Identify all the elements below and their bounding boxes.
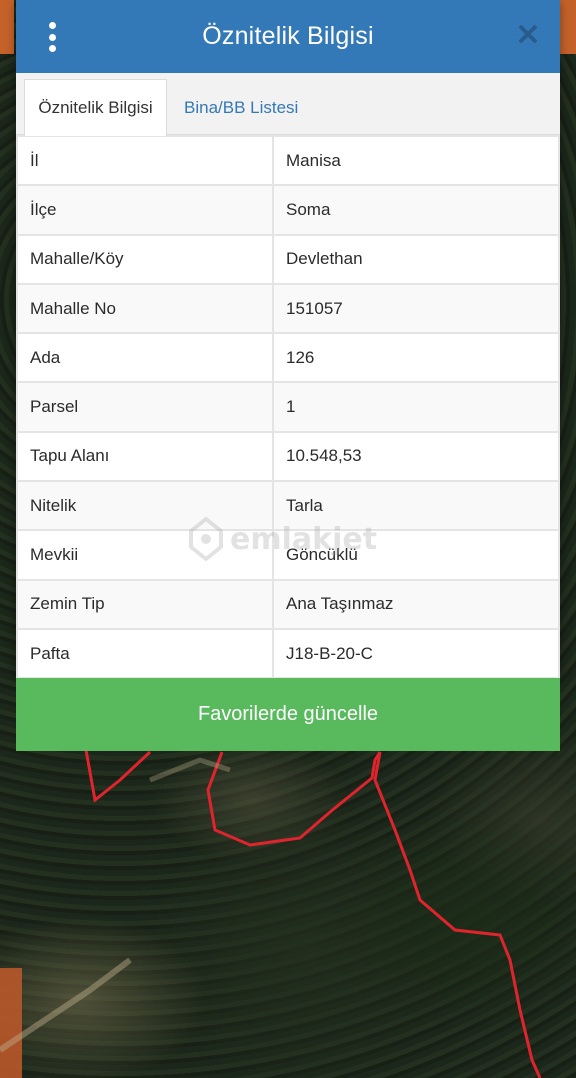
- tab-attribute-info[interactable]: Öznitelik Bilgisi: [24, 79, 167, 136]
- table-row: Mahalle/Köy Devlethan: [16, 233, 560, 285]
- panel-title: Öznitelik Bilgisi: [202, 22, 374, 50]
- table-row: Ada 126: [16, 332, 560, 384]
- attribute-key: Pafta: [16, 627, 274, 680]
- table-row: Zemin Tip Ana Taşınmaz: [16, 578, 560, 630]
- table-row: İlçe Soma: [16, 184, 560, 236]
- attribute-value: Devlethan: [272, 233, 560, 285]
- attribute-key: İl: [16, 134, 274, 187]
- close-icon[interactable]: ✕: [514, 21, 542, 51]
- attribute-value: Manisa: [272, 134, 560, 187]
- attribute-key: Mevkii: [16, 529, 274, 581]
- table-row: İl Manisa: [16, 134, 560, 187]
- table-row: Parsel 1: [16, 381, 560, 433]
- table-row: Mahalle No 151057: [16, 282, 560, 335]
- attribute-key: İlçe: [16, 184, 274, 236]
- attribute-value: Ana Taşınmaz: [272, 578, 560, 630]
- attribute-value: 10.548,53: [272, 430, 560, 483]
- panel-header: Öznitelik Bilgisi ✕: [16, 0, 560, 73]
- attribute-value: Tarla: [272, 480, 560, 532]
- update-favorites-button[interactable]: Favorilerde güncelle: [16, 678, 560, 751]
- attribute-key: Mahalle No: [16, 282, 274, 335]
- attribute-panel: Öznitelik Bilgisi ✕ Öznitelik Bilgisi Bi…: [16, 0, 560, 680]
- table-row: Pafta J18-B-20-C: [16, 627, 560, 680]
- attribute-value: 151057: [272, 282, 560, 335]
- attribute-value: 1: [272, 381, 560, 433]
- attribute-key: Ada: [16, 332, 274, 384]
- attribute-key: Tapu Alanı: [16, 430, 274, 483]
- attribute-key: Nitelik: [16, 480, 274, 532]
- attribute-table: İl Manisa İlçe Soma Mahalle/Köy Devletha…: [16, 134, 560, 680]
- table-row: Nitelik Tarla: [16, 480, 560, 532]
- tab-building-list[interactable]: Bina/BB Listesi: [184, 79, 298, 136]
- attribute-value: J18-B-20-C: [272, 627, 560, 680]
- more-vertical-icon[interactable]: [42, 22, 62, 52]
- table-row: Tapu Alanı 10.548,53: [16, 430, 560, 483]
- attribute-key: Parsel: [16, 381, 274, 433]
- attribute-key: Mahalle/Köy: [16, 233, 274, 285]
- attribute-value: Göncüklü: [272, 529, 560, 581]
- table-row: Mevkii Göncüklü: [16, 529, 560, 581]
- tab-bar: Öznitelik Bilgisi Bina/BB Listesi: [16, 73, 560, 136]
- attribute-key: Zemin Tip: [16, 578, 274, 630]
- attribute-value: Soma: [272, 184, 560, 236]
- attribute-value: 126: [272, 332, 560, 384]
